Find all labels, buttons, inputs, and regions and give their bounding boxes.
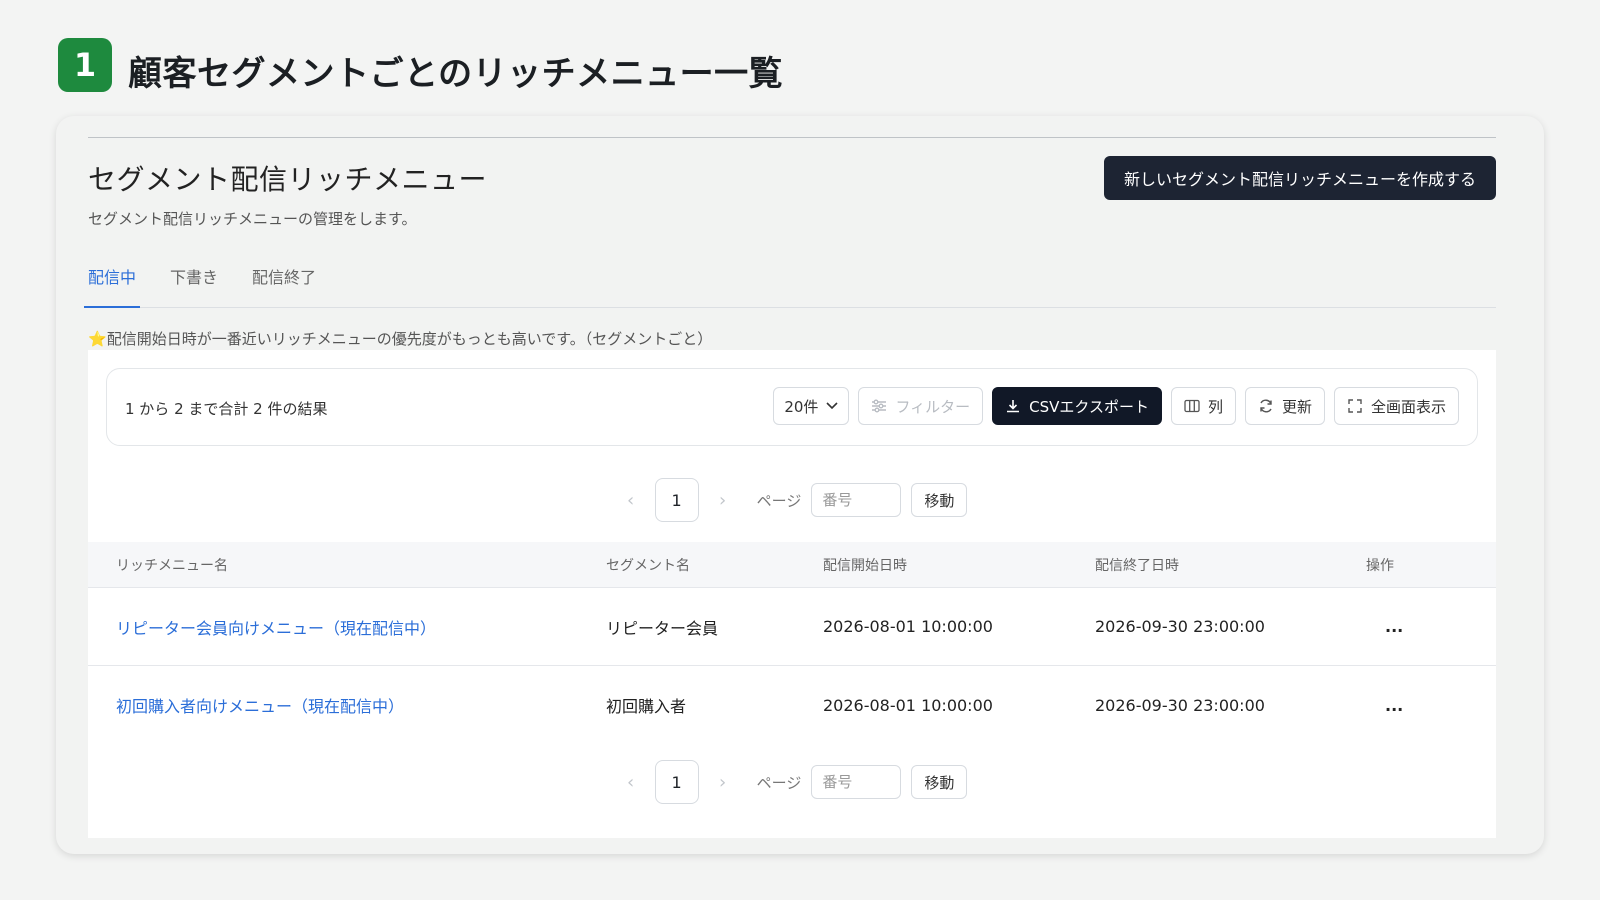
page-description: セグメント配信リッチメニューの管理をします。 xyxy=(88,210,417,228)
segment-name: リピーター会員 xyxy=(606,618,719,638)
main-card: セグメント配信リッチメニュー セグメント配信リッチメニューの管理をします。 新し… xyxy=(56,116,1544,854)
refresh-label: 更新 xyxy=(1281,397,1312,416)
tab-active[interactable]: 配信中 xyxy=(83,264,141,308)
go-to-page-button[interactable]: 移動 xyxy=(911,765,968,799)
row-actions-button[interactable]: ... xyxy=(1366,696,1466,715)
end-datetime: 2026-09-30 23:00:00 xyxy=(1095,695,1265,715)
prev-page-button[interactable]: ‹ xyxy=(617,772,645,793)
table-panel: 1 から 2 まで合計 2 件の結果 20件 フィルター CSVエクスポート 列 xyxy=(88,350,1496,838)
page-size-select[interactable]: 20件 xyxy=(773,387,850,425)
fullscreen-label: 全画面表示 xyxy=(1370,397,1446,416)
column-header-actions: 操作 xyxy=(1366,557,1394,574)
table-row: 初回購入者向けメニュー（現在配信中） 初回購入者 2026-08-01 10:0… xyxy=(88,666,1496,744)
star-icon: ⭐ xyxy=(88,330,107,348)
page-label: ページ xyxy=(756,773,802,792)
start-datetime: 2026-08-01 10:00:00 xyxy=(823,695,993,715)
rich-menu-name-link[interactable]: リピーター会員向けメニュー（現在配信中） xyxy=(88,615,606,639)
csv-export-label: CSVエクスポート xyxy=(1029,397,1149,416)
pagination-top: ‹ 1 › ページ 移動 xyxy=(88,478,1496,522)
divider xyxy=(88,137,1496,138)
chevron-down-icon xyxy=(826,402,839,410)
end-datetime: 2026-09-30 23:00:00 xyxy=(1095,617,1265,636)
page-size-value: 20件 xyxy=(784,397,819,416)
sliders-icon xyxy=(872,399,887,413)
row-actions-button[interactable]: ... xyxy=(1366,617,1466,636)
csv-export-button[interactable]: CSVエクスポート xyxy=(992,387,1162,425)
go-to-page-button[interactable]: 移動 xyxy=(911,483,968,517)
priority-note: ⭐配信開始日時が一番近いリッチメニューの優先度がもっとも高いです。（セグメントご… xyxy=(88,328,712,349)
prev-page-button[interactable]: ‹ xyxy=(617,490,645,511)
fullscreen-icon xyxy=(1348,399,1362,413)
filter-button[interactable]: フィルター xyxy=(858,387,984,425)
page-header: 1 顧客セグメントごとのリッチメニュー一覧 xyxy=(58,34,783,95)
column-header-end: 配信終了日時 xyxy=(1095,557,1179,574)
step-badge: 1 xyxy=(58,37,112,92)
refresh-button[interactable]: 更新 xyxy=(1244,387,1325,425)
column-header-segment: セグメント名 xyxy=(606,557,690,574)
priority-note-text: 配信開始日時が一番近いリッチメニューの優先度がもっとも高いです。（セグメントごと… xyxy=(106,330,713,348)
columns-label: 列 xyxy=(1207,397,1223,416)
table-header: リッチメニュー名 セグメント名 配信開始日時 配信終了日時 操作 xyxy=(88,542,1496,588)
page-number-input[interactable] xyxy=(811,765,902,799)
column-header-start: 配信開始日時 xyxy=(823,557,907,574)
tab-ended[interactable]: 配信終了 xyxy=(252,264,316,307)
table-toolbar: 1 から 2 まで合計 2 件の結果 20件 フィルター CSVエクスポート 列 xyxy=(106,368,1478,446)
tab-bar: 配信中 下書き 配信終了 xyxy=(83,264,1496,308)
columns-icon xyxy=(1184,399,1200,413)
start-datetime: 2026-08-01 10:00:00 xyxy=(823,617,993,636)
page-heading: 顧客セグメントごとのリッチメニュー一覧 xyxy=(128,54,784,94)
current-page[interactable]: 1 xyxy=(654,478,699,522)
table-row: リピーター会員向けメニュー（現在配信中） リピーター会員 2026-08-01 … xyxy=(88,588,1496,666)
tab-draft[interactable]: 下書き xyxy=(170,264,218,307)
page-title: セグメント配信リッチメニュー xyxy=(88,163,488,196)
toolbar-actions: 20件 フィルター CSVエクスポート 列 更新 全画面表示 xyxy=(773,387,1459,425)
page-label: ページ xyxy=(756,491,802,510)
next-page-button[interactable]: › xyxy=(709,772,737,793)
refresh-icon xyxy=(1260,399,1272,413)
current-page[interactable]: 1 xyxy=(654,760,699,804)
column-header-name: リッチメニュー名 xyxy=(116,557,228,574)
next-page-button[interactable]: › xyxy=(709,490,737,511)
rich-menu-name-link[interactable]: 初回購入者向けメニュー（現在配信中） xyxy=(88,693,606,717)
result-count: 1 から 2 まで合計 2 件の結果 xyxy=(125,400,328,418)
columns-button[interactable]: 列 xyxy=(1170,387,1236,425)
segment-name: 初回購入者 xyxy=(606,697,687,716)
rich-menu-table: リッチメニュー名 セグメント名 配信開始日時 配信終了日時 操作 リピーター会員… xyxy=(88,542,1496,744)
create-rich-menu-button[interactable]: 新しいセグメント配信リッチメニューを作成する xyxy=(1103,156,1496,200)
download-icon xyxy=(1007,400,1020,413)
page-number-input[interactable] xyxy=(811,483,902,517)
pagination-bottom: ‹ 1 › ページ 移動 xyxy=(88,760,1496,804)
filter-label: フィルター xyxy=(895,397,971,416)
fullscreen-button[interactable]: 全画面表示 xyxy=(1333,387,1459,425)
